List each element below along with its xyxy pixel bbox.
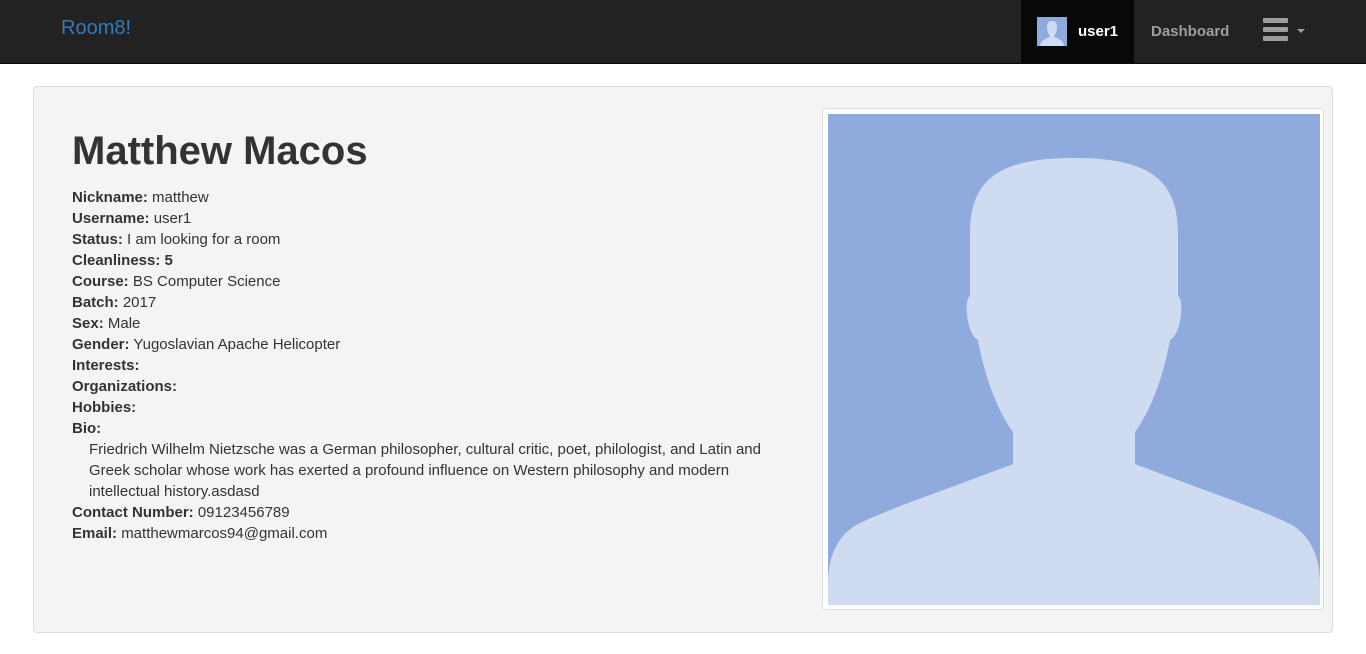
email-row: Email: matthewmarcos94@gmail.com <box>72 523 772 544</box>
nickname-value: matthew <box>152 189 209 206</box>
gender-row: Gender: Yugoslavian Apache Helicopter <box>72 334 772 355</box>
interests-label: Interests: <box>72 357 140 374</box>
hamburger-menu-icon <box>1263 18 1289 44</box>
profile-photo <box>828 114 1320 605</box>
username-label: Username: <box>72 210 150 227</box>
batch-label: Batch: <box>72 294 119 311</box>
bio-row: Bio: <box>72 418 772 439</box>
profile-name: Matthew Macos <box>72 129 368 173</box>
user-avatar-icon <box>1037 17 1067 46</box>
profile-panel: Matthew Macos Nickname: matthew Username… <box>33 86 1333 633</box>
contact-label: Contact Number: <box>72 504 194 521</box>
menu-dropdown-toggle[interactable] <box>1263 18 1307 46</box>
brand-link[interactable]: Room8! <box>61 16 131 40</box>
organizations-label: Organizations: <box>72 378 178 395</box>
bio-label: Bio: <box>72 420 102 437</box>
email-value: matthewmarcos94@gmail.com <box>121 525 328 542</box>
status-value: I am looking for a room <box>127 231 281 248</box>
batch-row: Batch: 2017 <box>72 292 772 313</box>
hobbies-row: Hobbies: <box>72 397 772 418</box>
cleanliness-value: 5 <box>164 252 173 269</box>
cleanliness-label: Cleanliness: <box>72 252 161 269</box>
dashboard-link[interactable]: Dashboard <box>1151 23 1229 41</box>
sex-label: Sex: <box>72 315 104 332</box>
cleanliness-row: Cleanliness: 5 <box>72 250 772 271</box>
gender-value: Yugoslavian Apache Helicopter <box>133 336 341 353</box>
profile-photo-frame <box>822 108 1324 610</box>
contact-row: Contact Number: 09123456789 <box>72 502 772 523</box>
gender-label: Gender: <box>72 336 130 353</box>
course-label: Course: <box>72 273 129 290</box>
profile-info: Matthew Macos Nickname: matthew Username… <box>72 127 772 544</box>
course-row: Course: BS Computer Science <box>72 271 772 292</box>
sex-value: Male <box>107 315 141 332</box>
nav-user-link[interactable]: user1 <box>1021 0 1134 63</box>
sex-row: Sex: Male <box>72 313 772 334</box>
nickname-row: Nickname: matthew <box>72 187 772 208</box>
contact-value: 09123456789 <box>197 504 290 521</box>
hobbies-label: Hobbies: <box>72 399 137 416</box>
top-navbar: Room8! user1 Dashboard <box>0 0 1366 64</box>
status-label: Status: <box>72 231 123 248</box>
default-avatar-icon <box>828 114 1320 605</box>
nickname-label: Nickname: <box>72 189 148 206</box>
organizations-row: Organizations: <box>72 376 772 397</box>
course-value: BS Computer Science <box>132 273 281 290</box>
status-row: Status: I am looking for a room <box>72 229 772 250</box>
batch-value: 2017 <box>122 294 157 311</box>
nav-username: user1 <box>1078 23 1119 40</box>
interests-row: Interests: <box>72 355 772 376</box>
username-row: Username: user1 <box>72 208 772 229</box>
email-label: Email: <box>72 525 118 542</box>
bio-text: Friedrich Wilhelm Nietzsche was a German… <box>89 441 761 500</box>
username-value: user1 <box>153 210 192 227</box>
caret-down-icon <box>1297 29 1305 33</box>
